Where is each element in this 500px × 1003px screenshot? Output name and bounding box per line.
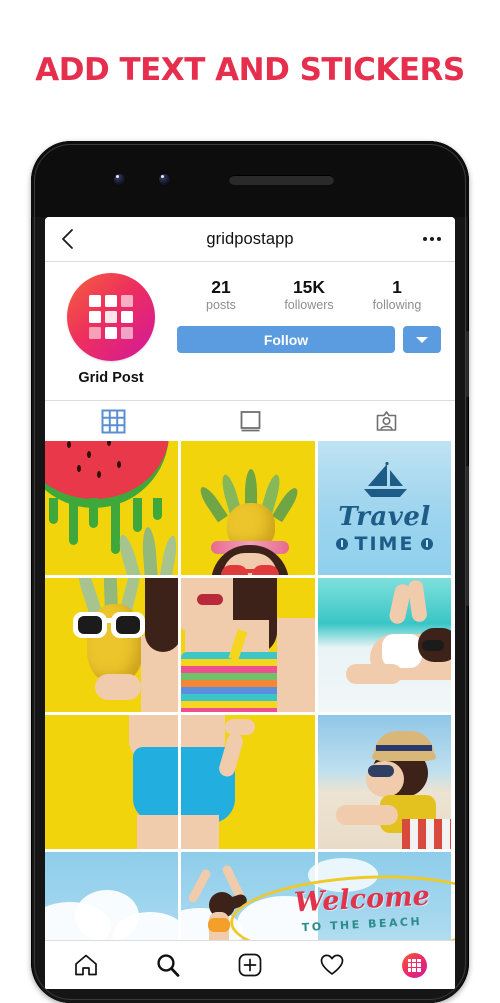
grid-tile[interactable] <box>181 441 315 575</box>
back-button[interactable] <box>45 228 89 250</box>
chevron-down-icon <box>416 336 428 343</box>
profile-stats: 21 posts 15K followers 1 following <box>177 273 441 313</box>
search-icon <box>157 954 180 977</box>
grid-tile[interactable] <box>181 715 315 849</box>
nav-activity[interactable] <box>291 952 373 978</box>
stat-value: 1 <box>392 277 402 297</box>
anchor-icon <box>335 537 348 550</box>
list-feed-icon <box>240 410 260 431</box>
grid-tile[interactable] <box>181 578 315 712</box>
phone-top-bezel <box>31 141 469 217</box>
app-header: gridpostapp <box>45 217 455 262</box>
profile-avatar-icon <box>401 952 427 978</box>
nav-profile[interactable] <box>373 952 455 978</box>
grid-logo-icon <box>89 295 133 339</box>
phone-bottom-bezel <box>31 989 469 1003</box>
stat-label: following <box>372 298 422 313</box>
grid-icon <box>101 409 126 433</box>
plus-square-icon <box>238 953 262 977</box>
front-camera-secondary-icon <box>159 174 170 185</box>
grid-tile[interactable] <box>45 441 178 575</box>
avatar[interactable] <box>67 273 155 361</box>
app-title: gridpostapp <box>206 229 294 248</box>
grid-tile[interactable] <box>45 578 178 712</box>
phone-screen: gridpostapp Grid Post 21 posts 15K follo… <box>45 217 455 989</box>
follow-dropdown-button[interactable] <box>403 326 441 354</box>
grid-tile[interactable] <box>318 715 451 849</box>
profile-display-name: Grid Post <box>78 370 144 386</box>
travel-script-text: Travel <box>338 501 431 532</box>
chevron-left-icon <box>61 229 73 249</box>
stat-label: followers <box>284 298 334 313</box>
bottom-navigation <box>45 940 455 989</box>
travel-time-sticker: Travel TIME <box>318 441 451 575</box>
nav-home[interactable] <box>45 952 127 978</box>
time-caps-text: TIME <box>354 532 415 555</box>
page-title: ADD TEXT AND STICKERS <box>35 52 465 88</box>
nav-search[interactable] <box>127 952 209 978</box>
phone-mockup: gridpostapp Grid Post 21 posts 15K follo… <box>31 141 469 1003</box>
watermelon-graphic <box>45 441 169 508</box>
stat-following[interactable]: 1 following <box>364 277 430 313</box>
tagged-person-icon <box>376 410 397 431</box>
sailboat-icon <box>363 461 407 497</box>
heart-icon <box>320 954 344 975</box>
anchor-icon <box>421 537 434 550</box>
stat-value: 21 <box>211 277 231 297</box>
profile-section: Grid Post 21 posts 15K followers 1 follo… <box>45 262 455 441</box>
tab-grid[interactable] <box>45 401 182 441</box>
earpiece-speaker <box>229 175 334 185</box>
home-icon <box>75 954 97 976</box>
grid-tile[interactable]: Travel TIME <box>318 441 451 575</box>
stat-followers[interactable]: 15K followers <box>276 277 342 313</box>
volume-button[interactable] <box>465 466 469 606</box>
tab-tagged[interactable] <box>318 401 455 441</box>
overflow-menu-button[interactable] <box>409 237 455 241</box>
kebab-dot <box>437 237 441 241</box>
nav-add-post[interactable] <box>209 952 291 978</box>
tab-list[interactable] <box>182 401 319 441</box>
kebab-dot <box>430 237 434 241</box>
grid-tile[interactable] <box>318 578 451 712</box>
follow-button[interactable]: Follow <box>177 326 395 354</box>
kebab-dot <box>423 237 427 241</box>
front-camera-icon <box>114 174 125 185</box>
profile-tabs <box>45 400 455 441</box>
stat-value: 15K <box>292 277 326 297</box>
power-button[interactable] <box>465 331 469 397</box>
stat-posts[interactable]: 21 posts <box>188 277 254 313</box>
stat-label: posts <box>206 298 236 313</box>
grid-tile[interactable] <box>45 715 178 849</box>
photo-grid: Travel TIME Welcome TO THE BEACH <box>45 441 455 988</box>
